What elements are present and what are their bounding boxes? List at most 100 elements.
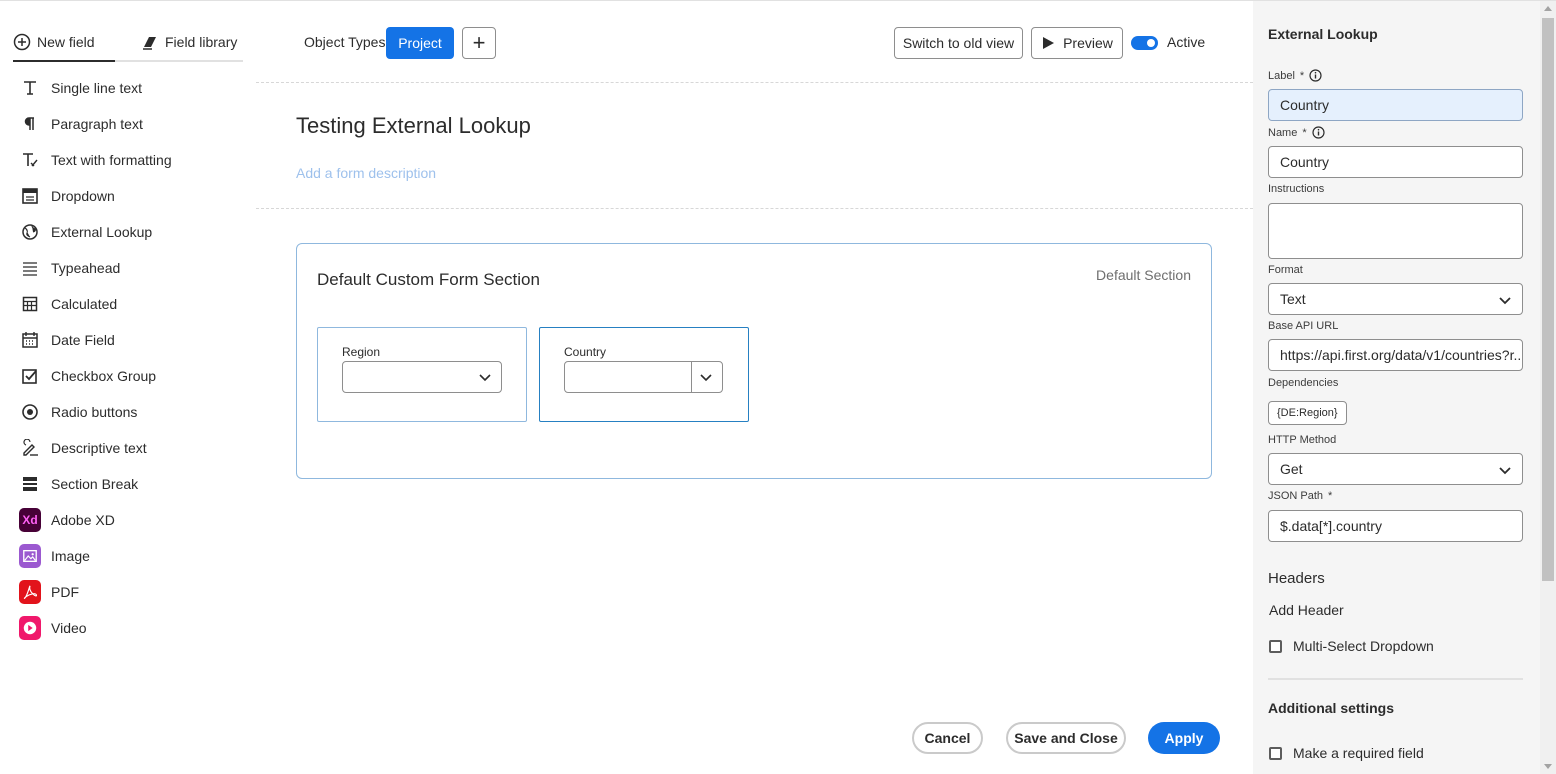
format-label: Format [1268, 264, 1303, 276]
left-panel: New field Field library Single line text… [0, 0, 256, 774]
field-type-label: PDF [51, 584, 79, 600]
chevron-down-icon[interactable] [700, 371, 712, 383]
label-field-label: Label * [1268, 69, 1322, 82]
text-t-icon [19, 77, 41, 99]
field-type-label: Paragraph text [51, 116, 143, 132]
field-type-label: Section Break [51, 476, 139, 492]
scroll-up-arrow[interactable] [1544, 6, 1552, 11]
form-title[interactable]: Testing External Lookup [296, 113, 531, 139]
json-path-text: JSON Path [1268, 490, 1324, 502]
field-card-country[interactable]: Country [539, 327, 749, 422]
adobe-xd-icon: Xd [19, 508, 41, 532]
field-type-calculated[interactable]: Calculated [19, 286, 249, 322]
field-card-region[interactable]: Region [317, 327, 527, 422]
dependencies-label: Dependencies [1268, 377, 1339, 389]
tab-field-library-label: Field library [165, 33, 238, 50]
add-header-button[interactable]: Add Header [1269, 602, 1344, 618]
play-icon [1043, 37, 1055, 49]
field-type-label: Checkbox Group [51, 368, 157, 384]
field-type-label: Radio buttons [51, 404, 138, 420]
info-icon[interactable] [1312, 126, 1325, 139]
base-api-url-input[interactable]: https://api.first.org/data/v1/countries?… [1268, 339, 1523, 371]
required-mark: * [1328, 490, 1333, 502]
required-mark: * [1299, 69, 1305, 82]
project-button[interactable]: Project [386, 27, 454, 59]
field-type-label: Calculated [51, 296, 118, 312]
properties-panel: External Lookup Label * Country Name * C… [1253, 0, 1540, 774]
add-object-type-button[interactable]: + [462, 27, 496, 59]
instructions-textarea[interactable] [1268, 203, 1523, 259]
field-type-dropdown[interactable]: Dropdown [19, 178, 249, 214]
field-type-video[interactable]: Video [19, 610, 249, 646]
label-input[interactable]: Country [1268, 89, 1523, 121]
info-icon[interactable] [1309, 69, 1322, 82]
field-label: Country [564, 345, 607, 359]
name-field-label: Name * [1268, 126, 1325, 139]
dropdown-icon [19, 185, 41, 207]
region-select[interactable] [342, 361, 502, 393]
checkbox-box[interactable] [1269, 746, 1282, 760]
scroll-thumb[interactable] [1542, 18, 1554, 581]
top-toolbar: Object Types Project + Switch to old vie… [256, 1, 1253, 83]
additional-settings-heading: Additional settings [1268, 700, 1394, 716]
json-path-input[interactable]: $.data[*].country [1268, 510, 1523, 542]
switch-old-view-button[interactable]: Switch to old view [894, 27, 1023, 59]
chevron-down-icon [1499, 467, 1511, 475]
radio-icon [19, 401, 41, 423]
library-icon [143, 36, 156, 50]
save-and-close-button[interactable]: Save and Close [1006, 722, 1126, 754]
name-input[interactable]: Country [1268, 146, 1523, 178]
base-api-url-label: Base API URL [1268, 320, 1339, 332]
plus-circle-icon [13, 33, 31, 50]
required-field-label: Make a required field [1293, 745, 1424, 761]
form-description-input[interactable]: Add a form description [296, 165, 436, 181]
required-mark: * [1302, 126, 1307, 139]
field-type-single-line-text[interactable]: Single line text [19, 70, 249, 106]
section-tag: Default Section [1096, 267, 1191, 283]
tab-new-field[interactable]: New field [13, 23, 115, 62]
paragraph-icon [19, 113, 41, 135]
field-type-label: Text with formatting [51, 152, 172, 168]
descriptive-text-icon [19, 437, 41, 459]
field-type-adobe-xd[interactable]: Xd Adobe XD [19, 502, 249, 538]
json-path-label: JSON Path * [1268, 490, 1332, 502]
http-method-select[interactable]: Get [1268, 453, 1523, 485]
checkbox-box[interactable] [1269, 639, 1282, 653]
field-type-label: Descriptive text [51, 440, 147, 456]
dependency-tag[interactable]: {DE:Region} [1268, 401, 1347, 425]
field-type-text-with-formatting[interactable]: Text with formatting [19, 142, 249, 178]
video-icon [19, 616, 41, 640]
scrollbar[interactable] [1540, 0, 1556, 774]
field-type-checkbox-group[interactable]: Checkbox Group [19, 358, 249, 394]
field-type-list: Single line text Paragraph text Text wit… [19, 70, 249, 646]
active-toggle[interactable] [1131, 36, 1158, 50]
object-types-label: Object Types [304, 34, 386, 50]
field-type-section-break[interactable]: Section Break [19, 466, 249, 502]
preview-button[interactable]: Preview [1031, 27, 1123, 59]
field-type-radio-buttons[interactable]: Radio buttons [19, 394, 249, 430]
tab-field-library[interactable]: Field library [141, 23, 237, 60]
field-type-label: External Lookup [51, 224, 153, 240]
field-type-label: Typeahead [51, 260, 121, 276]
form-section[interactable]: Default Custom Form Section Default Sect… [296, 243, 1212, 479]
field-type-image[interactable]: Image [19, 538, 249, 574]
field-type-label: Adobe XD [51, 512, 115, 528]
country-select[interactable] [564, 361, 723, 393]
field-type-pdf[interactable]: PDF [19, 574, 249, 610]
format-select[interactable]: Text [1268, 283, 1523, 315]
multi-select-checkbox[interactable]: Multi-Select Dropdown [1269, 638, 1434, 654]
apply-button[interactable]: Apply [1148, 722, 1220, 754]
field-type-paragraph-text[interactable]: Paragraph text [19, 106, 249, 142]
cancel-button[interactable]: Cancel [912, 722, 983, 754]
scroll-down-arrow[interactable] [1544, 764, 1552, 769]
required-field-checkbox[interactable]: Make a required field [1269, 745, 1424, 761]
calculator-icon [19, 293, 41, 315]
globe-icon [19, 221, 41, 243]
toggle-knob [1147, 39, 1155, 47]
field-type-date-field[interactable]: Date Field [19, 322, 249, 358]
field-type-descriptive-text[interactable]: Descriptive text [19, 430, 249, 466]
field-type-typeahead[interactable]: Typeahead [19, 250, 249, 286]
name-text: Name [1268, 126, 1298, 139]
panel-title: External Lookup [1268, 26, 1378, 42]
field-type-external-lookup[interactable]: External Lookup [19, 214, 249, 250]
